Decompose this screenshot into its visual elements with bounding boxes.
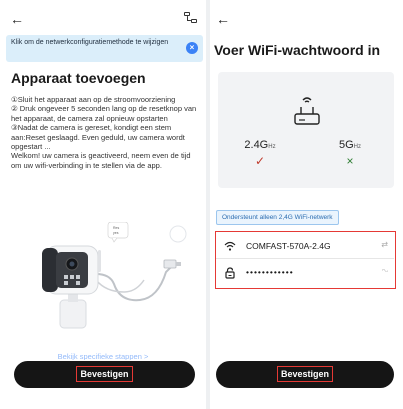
band-24ghz-unit: Hz [268,144,276,150]
band-24ghz-label: 2.4G [244,139,269,151]
wifi-band-card: 2.4GHz 5GHz ✓ × [218,72,394,188]
confirm-button[interactable]: Bevestigen [216,361,394,388]
band-5ghz-label: 5G [338,139,354,151]
view-steps-link[interactable]: Bekijk specifieke stappen > [0,352,206,360]
camera-illustration: Res yes [40,221,200,342]
wifi-password-screen: ← Voer WiFi-wachtwoord in 2.4GHz 5GHz ✓ … [210,0,403,409]
band-5ghz-unit: Hz [353,144,362,150]
band-24ghz: 2.4GHz [240,139,280,151]
page-title: Voer WiFi-wachtwoord in [214,42,381,58]
wifi-ssid-field[interactable]: COMFAST-570A-2.4G ⇄ [216,233,394,259]
instruction-steps: ①Sluit het apparaat aan op de stroomvoor… [11,95,197,170]
close-icon[interactable]: × [186,42,198,54]
confirm-button[interactable]: Bevestigen [14,361,195,388]
tip-text: Klik om de netwerkconfiguratiemethode te… [11,39,169,46]
wifi-credentials-highlight: COMFAST-570A-2.4G ⇄ •••••••••••• ᵔᵕ [215,231,396,289]
svg-text:yes: yes [113,231,119,235]
band-5ghz: 5GHz [330,139,370,151]
confirm-button-label: Bevestigen [76,366,133,382]
back-arrow-icon[interactable]: ← [10,12,24,26]
wifi-password-field[interactable]: •••••••••••• ᵔᵕ [216,260,394,286]
cross-icon: × [346,154,354,168]
camera-reset-illustration-icon: Res yes [42,221,187,329]
wifi-icon [224,241,236,251]
router-icon [294,97,320,125]
show-password-eye-icon[interactable]: ᵔᵕ [382,267,388,276]
back-arrow-icon[interactable]: ← [216,12,230,26]
add-device-screen: ← Klik om de netwerkconfiguratiemethode … [0,0,206,409]
change-config-method-banner[interactable]: Klik om de netwerkconfiguratiemethode te… [6,35,203,62]
support-only-24g-tag: Ondersteunt alleen 2,4G WiFi-netwerk [216,210,339,225]
wifi-ssid-value: COMFAST-570A-2.4G [246,241,331,251]
check-icon: ✓ [254,154,266,168]
lock-icon [225,267,235,279]
confirm-button-label: Bevestigen [276,366,334,382]
page-title: Apparaat toevoegen [11,70,146,86]
svg-text:Res: Res [113,226,119,230]
network-config-icon[interactable] [184,12,198,24]
switch-network-icon[interactable]: ⇄ [381,240,388,249]
wifi-password-value: •••••••••••• [246,267,294,277]
